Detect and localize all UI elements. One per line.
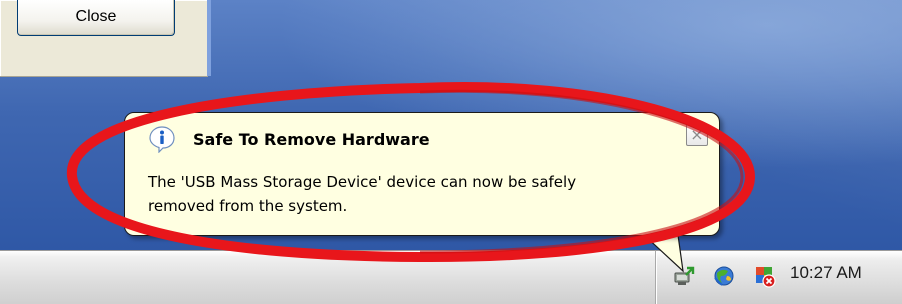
security-alert-icon[interactable] bbox=[752, 264, 776, 288]
balloon-close-button[interactable]: × bbox=[686, 124, 708, 146]
info-icon bbox=[149, 126, 175, 153]
close-icon: × bbox=[690, 125, 704, 144]
screen: Close 10:27 AM Safe To Remove Hardware ×… bbox=[0, 0, 902, 304]
close-button[interactable]: Close bbox=[17, 0, 175, 36]
balloon-message: The 'USB Mass Storage Device' device can… bbox=[148, 170, 718, 218]
clock[interactable]: 10:27 AM bbox=[790, 263, 862, 283]
balloon-tail bbox=[642, 233, 684, 273]
balloon-message-line: The 'USB Mass Storage Device' device can… bbox=[148, 173, 577, 191]
network-icon[interactable] bbox=[712, 264, 736, 288]
dialog-window-fragment: Close bbox=[0, 0, 211, 77]
balloon-message-line: removed from the system. bbox=[148, 197, 348, 215]
balloon-title: Safe To Remove Hardware bbox=[193, 130, 430, 149]
